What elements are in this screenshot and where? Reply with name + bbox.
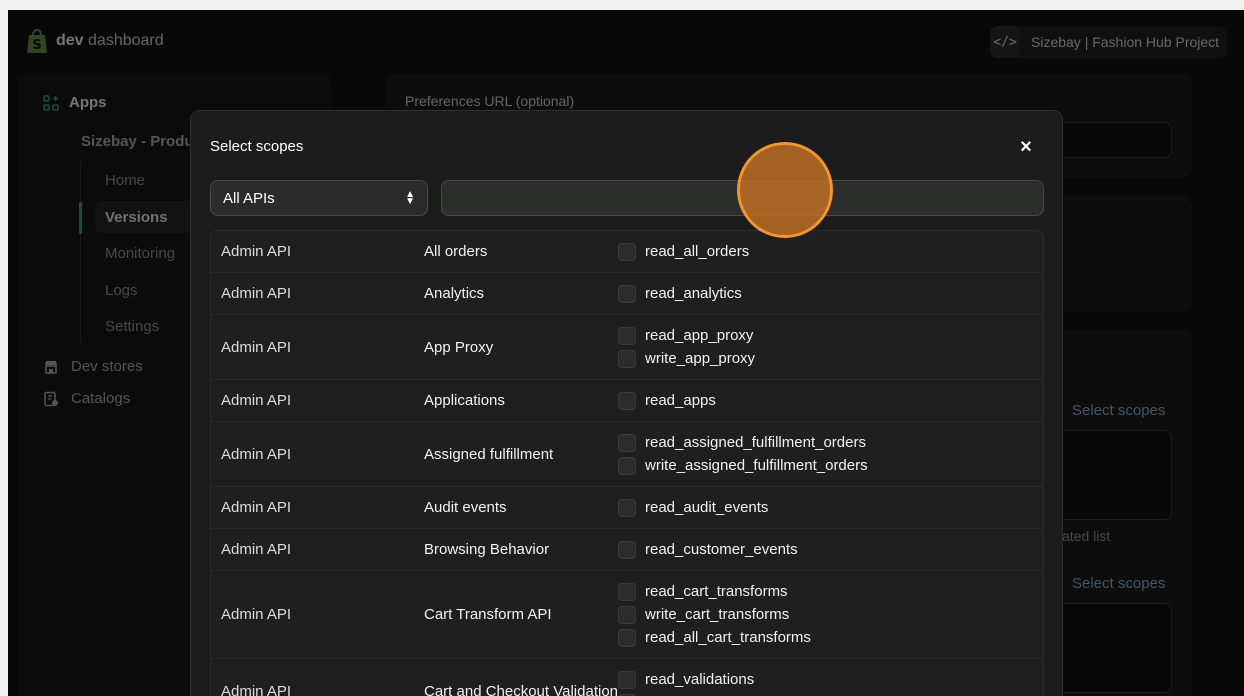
api-filter-select[interactable]: All APIs ▲ ▼ <box>210 180 428 216</box>
scope-option[interactable]: read_assigned_fulfillment_orders <box>618 433 1043 452</box>
scope-label: write_app_proxy <box>645 350 756 367</box>
scope-checkbox[interactable] <box>618 433 636 452</box>
scopes-cell: read_cart_transforms write_cart_transform… <box>618 582 1043 647</box>
scopes-cell: read_validationswrite_validations <box>618 670 1043 696</box>
scopes-cell: read_app_proxy write_app_proxy <box>618 326 1043 368</box>
api-cell: Admin API <box>221 682 292 696</box>
scope-option[interactable]: write_assigned_fulfillment_orders <box>618 456 1043 475</box>
scope-option[interactable]: write_cart_transforms <box>618 605 1043 624</box>
scope-label: read_audit_events <box>645 499 769 516</box>
scope-label: read_apps <box>645 392 716 409</box>
scope-option[interactable]: read_audit_events <box>618 498 1043 517</box>
scope-label: read_analytics <box>645 285 742 302</box>
api-cell: Admin API <box>221 243 292 260</box>
scope-label: read_validations <box>645 671 755 688</box>
scope-label: read_all_orders <box>645 243 750 260</box>
scopes-cell: read_audit_events <box>618 498 1043 517</box>
resource-cell: Analytics <box>424 285 485 302</box>
table-row: Admin API App Proxy read_app_proxy write_ap… <box>211 315 1043 380</box>
api-cell: Admin API <box>221 392 292 409</box>
scope-option[interactable]: read_all_orders <box>618 242 1043 261</box>
resource-cell: App Proxy <box>424 338 494 356</box>
scope-checkbox[interactable] <box>618 498 636 517</box>
scope-checkbox[interactable] <box>618 326 636 345</box>
resource-cell: Browsing Behavior <box>424 541 550 558</box>
scope-checkbox[interactable] <box>618 349 636 368</box>
scope-option[interactable]: read_validations <box>618 670 1043 689</box>
scope-option[interactable]: read_analytics <box>618 284 1043 303</box>
select-arrows-icon: ▲ ▼ <box>405 189 415 207</box>
resource-cell: Assigned fulfillment <box>424 445 554 463</box>
close-icon[interactable]: × <box>1016 137 1036 157</box>
scope-option[interactable]: read_app_proxy <box>618 326 1043 345</box>
scope-label: read_all_cart_transforms <box>645 629 811 646</box>
scopes-table: Admin API All orders read_all_orders Admin … <box>210 230 1044 696</box>
scope-checkbox[interactable] <box>618 242 636 261</box>
scopes-cell: read_assigned_fulfillment_orders write_as… <box>618 433 1043 475</box>
resource-cell: Applications <box>424 392 505 409</box>
scope-checkbox[interactable] <box>618 456 636 475</box>
table-row: Admin API Applications read_apps <box>211 380 1043 422</box>
resource-cell: Cart and Checkout Validation <box>424 682 619 696</box>
scope-checkbox[interactable] <box>618 605 636 624</box>
scope-option[interactable]: read_apps <box>618 391 1043 410</box>
resource-cell: All orders <box>424 243 488 260</box>
scope-option[interactable]: read_all_cart_transforms <box>618 628 1043 647</box>
table-row: Admin API Browsing Behavior read_customer_… <box>211 529 1043 571</box>
scopes-cell: read_analytics <box>618 284 1043 303</box>
api-cell: Admin API <box>221 338 292 356</box>
api-filter-value: All APIs <box>223 189 275 207</box>
api-cell: Admin API <box>221 445 292 463</box>
api-cell: Admin API <box>221 285 292 302</box>
scopes-cell: read_customer_events <box>618 540 1043 559</box>
scope-checkbox[interactable] <box>618 670 636 689</box>
table-row: Admin API Audit events read_audit_events <box>211 487 1043 529</box>
select-scopes-modal: Select scopes × All APIs ▲ ▼ Admin API All… <box>190 110 1063 696</box>
modal-title: Select scopes <box>210 138 304 155</box>
scopes-cell: read_all_orders <box>618 242 1043 261</box>
api-cell: Admin API <box>221 606 292 623</box>
scope-option[interactable]: read_customer_events <box>618 540 1043 559</box>
scope-checkbox[interactable] <box>618 540 636 559</box>
scope-option[interactable]: write_app_proxy <box>618 349 1043 368</box>
scope-checkbox[interactable] <box>618 582 636 601</box>
table-row: Admin API Analytics read_analytics <box>211 273 1043 315</box>
scope-option[interactable]: read_cart_transforms <box>618 582 1043 601</box>
api-cell: Admin API <box>221 499 292 516</box>
scope-label: read_customer_events <box>645 541 798 558</box>
resource-cell: Audit events <box>424 499 507 516</box>
scope-label: read_assigned_fulfillment_orders <box>645 434 866 451</box>
scope-label: write_assigned_fulfillment_orders <box>645 457 868 474</box>
scope-checkbox[interactable] <box>618 391 636 410</box>
scope-checkbox[interactable] <box>618 284 636 303</box>
table-row: Admin API Assigned fulfillment read_assign… <box>211 422 1043 487</box>
table-row: Admin API All orders read_all_orders <box>211 231 1043 273</box>
scope-label: read_app_proxy <box>645 327 754 344</box>
api-cell: Admin API <box>221 541 292 558</box>
app-window: S dev dashboard </> Sizebay | Fashion Hu… <box>8 10 1244 696</box>
scope-label: write_cart_transforms <box>645 606 790 623</box>
resource-cell: Cart Transform API <box>424 606 552 623</box>
table-row: Admin API Cart and Checkout Validation rea… <box>211 659 1043 696</box>
scope-label: read_cart_transforms <box>645 583 788 600</box>
table-row: Admin API Cart Transform API read_cart_tra… <box>211 571 1043 659</box>
scope-checkbox[interactable] <box>618 628 636 647</box>
cursor-indicator <box>737 142 833 238</box>
scopes-cell: read_apps <box>618 391 1043 410</box>
